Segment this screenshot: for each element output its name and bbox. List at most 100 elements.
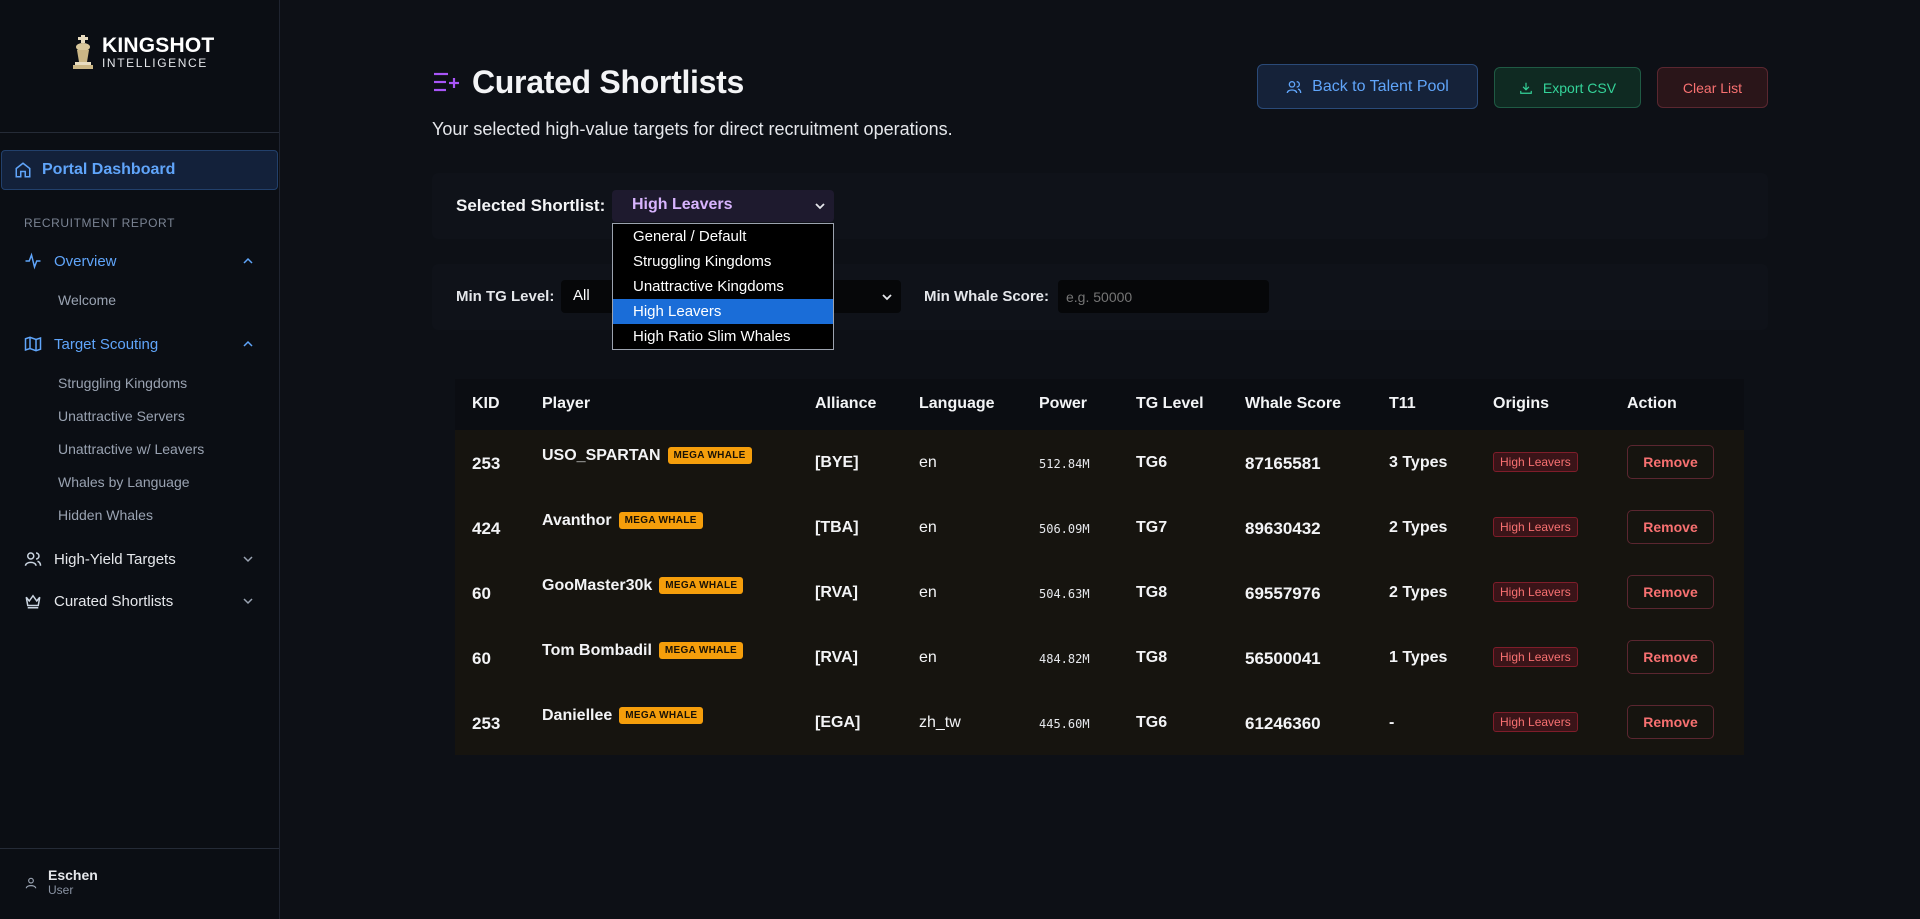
- player-name: GooMaster30k: [542, 577, 653, 594]
- back-to-talent-pool-button[interactable]: Back to Talent Pool: [1257, 64, 1478, 109]
- nav-unattractive-leavers[interactable]: Unattractive w/ Leavers: [58, 441, 204, 457]
- mega-whale-badge: MEGA WHALE: [658, 642, 743, 659]
- mega-whale-badge: MEGA WHALE: [619, 707, 704, 724]
- cell-kid: 424: [472, 519, 501, 538]
- back-button-label: Back to Talent Pool: [1312, 77, 1449, 95]
- table-row: 253 Daniellee MEGA WHALE [EGA] zh_tw 445.…: [455, 690, 1744, 755]
- nav-overview-label: Overview: [54, 252, 117, 270]
- cell-whale-score: 61246360: [1245, 714, 1321, 733]
- brand-subtitle: INTELLIGENCE: [102, 56, 208, 70]
- nav-hidden-whales[interactable]: Hidden Whales: [58, 507, 153, 523]
- cell-language: en: [919, 649, 937, 666]
- clear-list-button[interactable]: Clear List: [1657, 67, 1768, 108]
- page-subtitle: Your selected high-value targets for dir…: [432, 119, 953, 139]
- divider: [0, 132, 279, 133]
- cell-alliance: [TBA]: [815, 519, 859, 536]
- col-alliance[interactable]: Alliance: [815, 395, 876, 413]
- cell-power: 512.84M: [1039, 457, 1090, 471]
- user-profile[interactable]: Eschen User: [24, 867, 98, 898]
- sidebar: KINGSHOT INTELLIGENCE Portal Dashboard R…: [0, 0, 280, 919]
- mega-whale-badge: MEGA WHALE: [618, 512, 703, 529]
- user-name: Eschen: [48, 867, 98, 883]
- origin-badge: High Leavers: [1493, 712, 1578, 732]
- min-whale-score-input[interactable]: [1058, 280, 1269, 313]
- nav-target-scouting-label: Target Scouting: [54, 335, 159, 353]
- dropdown-option[interactable]: Unattractive Kingdoms: [613, 274, 833, 299]
- origin-badge: High Leavers: [1493, 647, 1578, 667]
- col-whale-score[interactable]: Whale Score: [1245, 395, 1341, 413]
- user-role: User: [48, 883, 74, 898]
- table-row: 60 Tom Bombadil MEGA WHALE [RVA] en 484.8…: [455, 625, 1744, 690]
- cell-player: Avanthor MEGA WHALE: [542, 512, 703, 530]
- remove-button[interactable]: Remove: [1627, 705, 1714, 739]
- cell-tg-level: TG7: [1136, 519, 1168, 536]
- shortlist-table: KID Player Alliance Language Power TG Le…: [455, 379, 1744, 755]
- dropdown-option[interactable]: High Ratio Slim Whales: [613, 324, 833, 349]
- remove-button[interactable]: Remove: [1627, 575, 1714, 609]
- table-row: 424 Avanthor MEGA WHALE [TBA] en 506.09M …: [455, 495, 1744, 560]
- cell-whale-score: 87165581: [1245, 454, 1321, 473]
- divider: [0, 848, 279, 849]
- table-header: KID Player Alliance Language Power TG Le…: [455, 379, 1744, 430]
- nav-whales-by-language[interactable]: Whales by Language: [58, 474, 190, 490]
- page-title: Curated Shortlists: [472, 64, 744, 100]
- nav-overview[interactable]: Overview: [24, 252, 254, 270]
- nav-struggling-kingdoms[interactable]: Struggling Kingdoms: [58, 375, 187, 391]
- portal-dashboard-link[interactable]: Portal Dashboard: [1, 150, 278, 190]
- shortlist-dropdown: General / Default Struggling Kingdoms Unat…: [612, 223, 834, 350]
- cell-power: 445.60M: [1039, 717, 1090, 731]
- section-label: RECRUITMENT REPORT: [24, 216, 176, 230]
- col-origins[interactable]: Origins: [1493, 395, 1549, 413]
- col-power[interactable]: Power: [1039, 395, 1087, 413]
- dropdown-option[interactable]: High Leavers: [613, 299, 833, 324]
- nav-unattractive-servers[interactable]: Unattractive Servers: [58, 408, 185, 424]
- nav-target-scouting[interactable]: Target Scouting: [24, 335, 254, 353]
- brand-name: KINGSHOT: [102, 34, 215, 57]
- nav-curated-shortlists[interactable]: Curated Shortlists: [24, 592, 254, 610]
- origin-badge: High Leavers: [1493, 517, 1578, 537]
- min-tg-label: Min TG Level:: [456, 288, 555, 305]
- mega-whale-badge: MEGA WHALE: [659, 577, 744, 594]
- chevron-down-icon: [882, 294, 892, 301]
- cell-player: Daniellee MEGA WHALE: [542, 707, 704, 725]
- cell-player: GooMaster30k MEGA WHALE: [542, 577, 744, 595]
- cell-t11: 1 Types: [1389, 649, 1448, 666]
- activity-icon: [25, 252, 41, 270]
- remove-button[interactable]: Remove: [1627, 640, 1714, 674]
- shortlist-select[interactable]: High Leavers: [612, 190, 834, 222]
- cell-t11: 2 Types: [1389, 519, 1448, 536]
- nav-high-yield-label: High-Yield Targets: [54, 550, 176, 568]
- nav-high-yield-targets[interactable]: High-Yield Targets: [24, 550, 254, 568]
- cell-kid: 253: [472, 714, 501, 733]
- remove-button[interactable]: Remove: [1627, 510, 1714, 544]
- nav-curated-label: Curated Shortlists: [54, 592, 174, 610]
- cell-alliance: [EGA]: [815, 714, 861, 731]
- download-icon: [1520, 82, 1532, 94]
- mega-whale-badge: MEGA WHALE: [667, 447, 752, 464]
- cell-alliance: [RVA]: [815, 649, 858, 666]
- min-whale-label: Min Whale Score:: [924, 288, 1050, 305]
- col-t11[interactable]: T11: [1389, 395, 1416, 413]
- brand-logo[interactable]: KINGSHOT INTELLIGENCE: [70, 34, 214, 70]
- col-player[interactable]: Player: [542, 395, 590, 413]
- player-name: USO_SPARTAN: [542, 447, 661, 464]
- map-icon: [24, 336, 42, 352]
- dropdown-option[interactable]: Struggling Kingdoms: [613, 249, 833, 274]
- cell-alliance: [BYE]: [815, 454, 859, 471]
- users-icon: [1286, 80, 1302, 93]
- users-icon: [24, 552, 42, 566]
- remove-button[interactable]: Remove: [1627, 445, 1714, 479]
- cell-tg-level: TG8: [1136, 649, 1168, 666]
- cell-t11: 2 Types: [1389, 584, 1448, 601]
- col-tg-level[interactable]: TG Level: [1136, 395, 1204, 413]
- list-plus-icon: [434, 72, 459, 92]
- cell-kid: 60: [472, 584, 491, 603]
- nav-welcome[interactable]: Welcome: [58, 292, 116, 308]
- portal-dashboard-label: Portal Dashboard: [42, 161, 176, 178]
- chevron-down-icon: [815, 203, 825, 210]
- export-csv-button[interactable]: Export CSV: [1494, 67, 1641, 108]
- dropdown-option[interactable]: General / Default: [613, 224, 833, 249]
- chevron-down-icon: [243, 598, 253, 605]
- col-language[interactable]: Language: [919, 395, 995, 413]
- col-kid[interactable]: KID: [472, 395, 500, 413]
